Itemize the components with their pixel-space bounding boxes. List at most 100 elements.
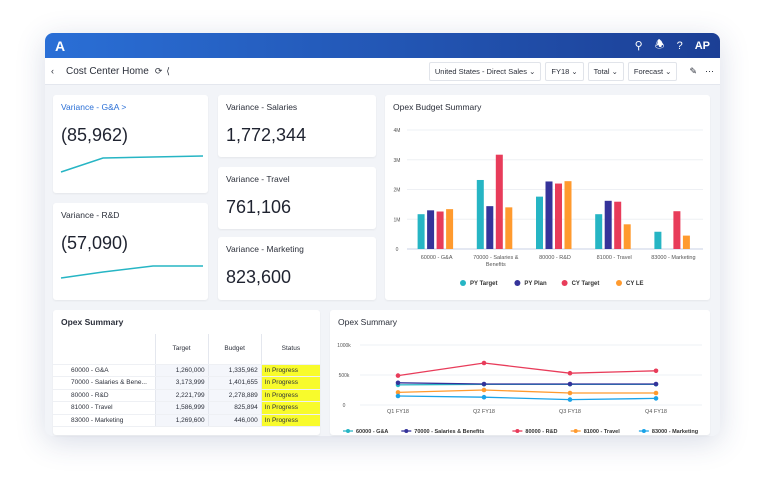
kpi-label: Variance - Marketing <box>226 244 304 254</box>
table-row[interactable]: 81000 - Travel 1,586,999 825,894 In Progres… <box>53 401 320 415</box>
sparkline <box>60 155 204 173</box>
data-point <box>567 370 573 376</box>
kpi-value: 1,772,344 <box>226 125 307 145</box>
filter-label: Total <box>593 66 610 76</box>
filter-label: Forecast <box>633 66 664 76</box>
bar <box>682 235 690 249</box>
status-cell: In Progress <box>260 389 320 402</box>
col-header: Budget <box>207 334 262 365</box>
kpi-label: Variance - R&D <box>61 210 120 220</box>
series-line <box>397 395 657 401</box>
opex-table: Target Budget Status 60000 - G&A 1,260,000 1… <box>53 334 320 427</box>
legend-marker <box>616 280 622 286</box>
kpi-value: (85,962) <box>61 125 129 145</box>
row-label: 70000 - Salaries & Bene... <box>53 376 155 390</box>
x-tick-label: 83000 - Marketing <box>651 255 695 261</box>
data-point <box>395 393 401 399</box>
series-line <box>397 389 656 394</box>
search-icon[interactable]: ⚲ <box>635 39 643 52</box>
bar <box>614 201 622 249</box>
legend-label: PY Target <box>470 281 497 287</box>
y-tick-label: 0 <box>343 403 346 409</box>
bar <box>673 211 681 249</box>
x-tick-label: Q2 FY18 <box>473 409 495 415</box>
user-avatar[interactable]: AP <box>695 40 710 52</box>
line-chart-card: Opex Summary 0 500k 1000k Q1 FY18 Q2 FY18 Q3 … <box>330 310 710 435</box>
legend-marker <box>641 429 646 433</box>
bar <box>427 210 435 249</box>
share-icon[interactable]: ⟨ <box>166 66 170 77</box>
filter-total[interactable]: Total ⌄ <box>587 61 624 81</box>
data-point <box>481 387 487 393</box>
legend-label: CY Target <box>572 281 600 287</box>
col-header: Target <box>154 334 209 365</box>
filter-version[interactable]: Forecast ⌄ <box>627 61 678 81</box>
legend-marker <box>561 280 568 286</box>
series-line <box>397 382 656 385</box>
edit-icon[interactable]: ✎ <box>689 66 697 77</box>
data-point <box>567 381 573 387</box>
table-title: Opex Summary <box>61 317 124 327</box>
y-tick-label: 500k <box>339 373 350 379</box>
page-title: Cost Center Home <box>66 65 149 77</box>
kpi-value: 823,600 <box>226 267 292 287</box>
kpi-value: 761,106 <box>226 197 292 217</box>
y-tick-label: 1M <box>394 217 401 223</box>
sparkline <box>60 265 203 279</box>
series-line <box>397 362 657 377</box>
table-row[interactable]: 70000 - Salaries & Bene... 3,173,999 1,401… <box>53 376 320 390</box>
legend-label: 80000 - R&D <box>525 429 557 435</box>
legend-marker <box>404 429 409 433</box>
more-icon[interactable]: ⋯ <box>705 66 714 77</box>
budget-cell: 1,335,962 <box>207 364 262 377</box>
status-cell: In Progress <box>260 376 320 390</box>
data-point <box>481 360 487 366</box>
help-icon[interactable]: ? <box>677 40 683 52</box>
logo: A <box>55 37 66 54</box>
budget-cell: 446,000 <box>207 414 262 427</box>
table-header: Target Budget Status <box>53 334 320 365</box>
bar-chart-card: Opex Budget Summary 0 1M 2M 3M 4M 60000 - G&A… <box>385 95 710 300</box>
filter-region[interactable]: United States - Direct Sales ⌄ <box>428 61 542 81</box>
legend-label: 83000 - Marketing <box>652 429 698 435</box>
kpi-label: Variance - Salaries <box>226 102 298 112</box>
table-row[interactable]: 83000 - Marketing 1,269,600 446,000 In Prog… <box>53 414 320 427</box>
bell-icon[interactable]: 🕭 <box>655 36 665 55</box>
bar <box>446 209 454 249</box>
toolbar: ‹ Cost Center Home ⟳ ⟨ United States - D… <box>45 58 720 85</box>
x-tick-label: 81000 - Travel <box>597 255 632 261</box>
y-tick-label: 3M <box>394 158 401 164</box>
legend-label: 81000 - Travel <box>584 429 621 435</box>
data-point <box>395 380 401 386</box>
legend-label: 70000 - Salaries & Benefits <box>414 429 484 435</box>
kpi-marketing: Variance - Marketing 823,600 <box>218 237 376 300</box>
table-row[interactable]: 80000 - R&D 2,221,799 2,278,889 In Progress <box>53 389 320 402</box>
status-cell: In Progress <box>260 364 320 377</box>
kpi-ga[interactable]: Variance - G&A > (85,962) <box>53 95 208 193</box>
bar <box>564 181 572 249</box>
target-cell: 1,269,600 <box>154 414 209 427</box>
target-cell: 2,221,799 <box>154 389 209 402</box>
table-row[interactable]: 60000 - G&A 1,260,000 1,335,962 In Progress <box>53 364 320 377</box>
data-point <box>567 390 573 396</box>
x-tick-label: 80000 - R&D <box>539 255 571 261</box>
row-label: 80000 - R&D <box>53 389 155 402</box>
status-cell: In Progress <box>260 414 320 427</box>
back-icon[interactable]: ‹ <box>51 66 54 76</box>
data-point <box>567 397 573 402</box>
x-tick-label: Q1 FY18 <box>387 409 409 415</box>
filter-year[interactable]: FY18 ⌄ <box>545 61 584 81</box>
col-header: Status <box>260 334 320 365</box>
bar <box>417 214 425 249</box>
chart-title: Opex Summary <box>338 317 398 327</box>
budget-cell: 1,401,655 <box>207 376 262 390</box>
kpi-value: (57,090) <box>61 233 129 253</box>
data-point <box>481 394 487 400</box>
bar <box>654 231 662 249</box>
data-point <box>653 381 659 387</box>
y-tick-label: 4M <box>394 128 401 134</box>
kpi-label[interactable]: Variance - G&A > <box>53 95 208 119</box>
refresh-icon[interactable]: ⟳ <box>155 66 163 77</box>
legend-label: CY LE <box>626 281 644 287</box>
data-point <box>653 390 659 396</box>
